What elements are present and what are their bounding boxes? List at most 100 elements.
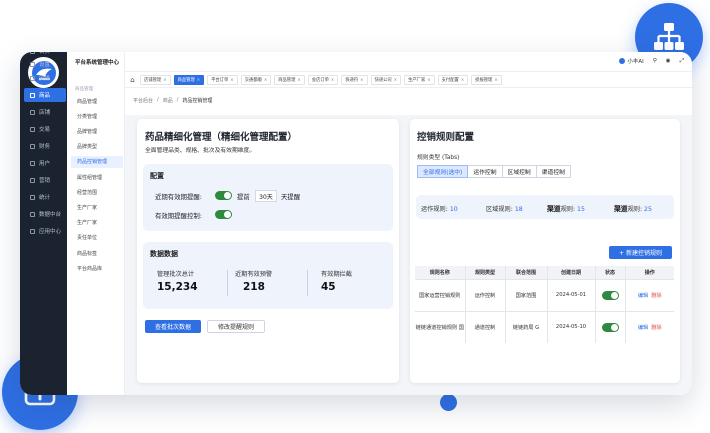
close-icon[interactable]: × — [297, 77, 300, 82]
rail-item[interactable]: 商品 — [24, 88, 66, 102]
tab-label: 平台订单 — [211, 77, 229, 83]
rail-item-label: 营销 — [39, 178, 51, 184]
menu-icon — [30, 92, 35, 98]
rule-tab[interactable]: 全部规则(选中) — [417, 165, 469, 178]
sub-menu-group: 商品管理 — [75, 87, 93, 92]
menu-icon — [30, 211, 35, 217]
batch-management-card: 药品精细化管理（精细化管理配置） 全面管理品类、规格、批次及有效期维度。 配置 … — [137, 119, 399, 383]
view-batch-button[interactable]: 查看批次数据 — [145, 320, 201, 333]
status-toggle[interactable] — [601, 290, 619, 300]
rail-item-label: 商品 — [39, 93, 51, 99]
main-content: 药品精细化管理（精细化管理配置） 全面管理品类、规格、批次及有效期维度。 配置 … — [125, 88, 692, 395]
breadcrumb-part[interactable]: 药品控销管理 — [182, 97, 212, 104]
page-tab[interactable]: 店铺管理 × — [140, 74, 171, 85]
table-header-row: 规则名称 规则类型 联合范围 创建日期 状态 操作 — [415, 266, 674, 279]
cell-actions: 编辑 删除 — [625, 310, 674, 343]
control-rules-card: 控销规则配置 规则类型 (Tabs) 全部规则(选中) 运作控制 区域控制 渠道控制 … — [410, 119, 680, 383]
breadcrumb-part: / — [157, 97, 159, 103]
page-tab[interactable]: 会店订单 × — [307, 74, 339, 85]
breadcrumb-part[interactable]: 商品 — [163, 97, 173, 104]
close-icon[interactable]: × — [394, 77, 397, 82]
menu-icon — [30, 109, 35, 115]
rule-tab[interactable]: 运作控制 — [468, 165, 503, 178]
rail-item[interactable]: 设置 — [24, 57, 66, 71]
expand-icon[interactable]: ⤢ — [680, 58, 684, 65]
search-icon[interactable]: ⚲ — [653, 58, 657, 64]
home-icon[interactable]: ⌂ — [128, 75, 137, 85]
page-tab[interactable]: 生产厂家 × — [404, 74, 435, 85]
config-panel: 配置 近期有效期提醒: 提前 30天 天提醒 有效期提醒控制: — [143, 164, 393, 231]
close-icon[interactable]: × — [427, 77, 430, 82]
page-tab[interactable]: 商品管理 × — [173, 74, 205, 85]
sub-menu-item[interactable]: 品牌类型 — [71, 141, 123, 153]
page-tab[interactable]: 支付配置 × — [437, 74, 469, 85]
sub-menu-item[interactable]: 药品控销管理 — [71, 155, 123, 168]
control-toggle[interactable] — [215, 210, 232, 219]
page-tab[interactable]: 交通都顺 × — [240, 74, 272, 85]
page-desc: 全面管理品类、规格、批次及有效期维度。 — [145, 148, 256, 154]
close-icon[interactable]: × — [461, 77, 464, 82]
user-menu[interactable]: 小丰AI — [619, 57, 644, 65]
days-input[interactable]: 30天 — [255, 190, 277, 202]
close-icon[interactable]: × — [197, 77, 200, 82]
tab-label: 快递公司 — [374, 77, 392, 83]
rules-table: 规则名称 规则类型 联合范围 创建日期 状态 操作 国家运营控销规则 运作控制 — [415, 266, 674, 343]
close-icon[interactable]: × — [360, 77, 363, 82]
rail-item[interactable]: 财务 — [24, 139, 66, 153]
tab-label: 会店订单 — [311, 77, 329, 83]
remind-label: 天提醒 — [281, 193, 301, 201]
edit-rule-button[interactable]: 修改提醒规则 — [207, 320, 265, 333]
page-tab[interactable]: 平台订单 × — [207, 74, 238, 85]
close-icon[interactable]: × — [264, 77, 267, 82]
data-title: 数据数据 — [150, 250, 178, 258]
rail-item[interactable]: 营销 — [24, 173, 66, 187]
page-tab[interactable]: 损报管理 × — [471, 74, 502, 85]
rail-item[interactable]: 安排 — [24, 71, 66, 85]
rail-item[interactable]: 交易 — [24, 122, 66, 136]
page-tab[interactable]: 商品管理 × — [274, 74, 305, 85]
delete-link[interactable]: 删除 — [651, 293, 661, 299]
divider — [227, 270, 228, 296]
sub-menu-item[interactable]: 生产厂家 — [71, 217, 123, 229]
breadcrumb-part[interactable]: 平台后台 — [133, 97, 153, 104]
menu-icon — [30, 160, 35, 166]
rail-item[interactable]: 店铺 — [24, 105, 66, 119]
rail-item[interactable]: 应用中心 — [24, 224, 66, 238]
close-icon[interactable]: × — [230, 77, 233, 82]
stat-channel-a-label: 规则: — [560, 206, 576, 213]
expiry-toggle[interactable] — [215, 191, 232, 200]
rail-item[interactable]: 用户 — [24, 156, 66, 170]
new-rule-button[interactable]: + 新建控销规则 — [609, 246, 672, 259]
sub-menu-item[interactable]: 责任单位 — [71, 232, 123, 244]
cell-scope: 链链药局 G — [505, 310, 548, 343]
rail-item[interactable]: 数据中台 — [24, 207, 66, 221]
rail-item-label: 安排 — [39, 76, 51, 82]
delete-link[interactable]: 删除 — [651, 325, 661, 331]
sub-menu-item[interactable]: 经营范围 — [71, 186, 123, 198]
rail-item[interactable]: 统计 — [24, 190, 66, 204]
tabs-label: 规则类型 (Tabs) — [417, 155, 460, 161]
close-icon[interactable]: × — [331, 77, 334, 82]
sub-menu-item[interactable]: 生产厂家 — [71, 201, 123, 213]
stat-value: 218 — [243, 281, 265, 293]
rule-tab[interactable]: 渠道控制 — [536, 165, 571, 178]
rule-tab[interactable]: 区域控制 — [502, 165, 537, 178]
sub-menu-item[interactable]: 属性组管理 — [71, 171, 123, 183]
close-icon[interactable]: × — [494, 77, 497, 82]
sub-menu-item[interactable]: 分类管理 — [71, 110, 123, 122]
edit-link[interactable]: 编辑 — [638, 325, 648, 331]
bell-icon[interactable]: ◉ — [666, 58, 671, 64]
cell-type: 通道控制 — [465, 310, 506, 343]
sub-menu-item[interactable]: 平台商品库 — [71, 262, 123, 274]
page-tab[interactable]: 快递公司 × — [370, 74, 402, 85]
rail-item-label: 设置 — [39, 62, 51, 68]
rail-item-label: 统计 — [39, 195, 51, 201]
close-icon[interactable]: × — [163, 77, 166, 82]
edit-link[interactable]: 编辑 — [638, 293, 648, 299]
page-tab[interactable]: 快递符 × — [341, 74, 368, 85]
status-toggle[interactable] — [601, 322, 619, 332]
sub-menu-item[interactable]: 品牌管理 — [71, 125, 123, 137]
sub-menu-item[interactable]: 商品标签 — [71, 247, 123, 259]
table-row: 国家运营控销规则 运作控制 国家范围 2024-05-01 编辑 删除 — [415, 278, 674, 311]
sub-menu-item[interactable]: 商品管理 — [71, 95, 123, 107]
